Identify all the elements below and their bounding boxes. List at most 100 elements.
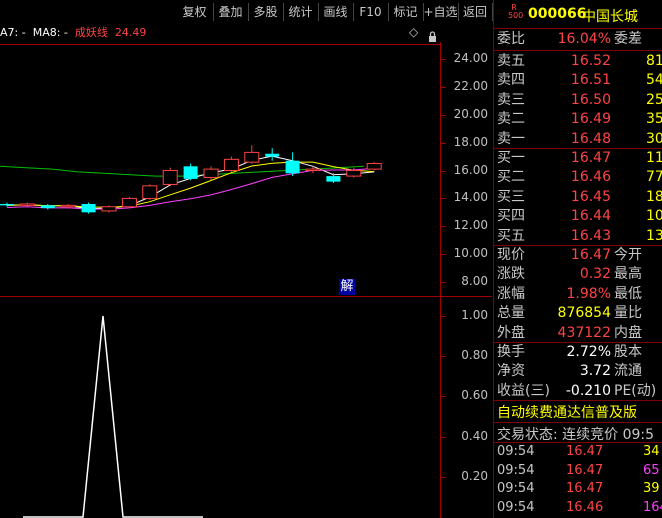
row-label: 买二 [497, 169, 525, 186]
row-volume: 119 [646, 150, 662, 166]
row-label: 卖一 [497, 130, 525, 147]
row-volume: 189 [646, 188, 662, 205]
row-value: 16.49 [570, 111, 611, 128]
row-value: 0.32 [579, 266, 611, 283]
candle-body [81, 203, 96, 213]
quote-row[interactable]: 换手 2.72% 股本 [494, 343, 662, 362]
price-tick-label: 8.00 [461, 274, 488, 289]
row-value: 16.44 [570, 208, 611, 225]
quote-row[interactable]: 买五 16.43 137 [494, 227, 662, 246]
row-value: 3.72 [579, 363, 611, 380]
row-volume: 30 [646, 130, 662, 147]
quote-row[interactable]: 买二 16.46 77 [494, 168, 662, 187]
candle-body [366, 163, 382, 170]
row-label: 收益(三) [497, 382, 550, 399]
indicator-tick-label: 0.60 [461, 388, 488, 403]
row-volume: 54 [646, 72, 662, 89]
quote-panel: R 500 000066 中国长城 委比 16.04% 委差 卖五 16.52 81… [493, 0, 662, 518]
row-value: 16.47 [570, 150, 611, 166]
row-value: -0.210 [565, 382, 611, 399]
row-volume: 108 [646, 208, 662, 225]
candle-body [19, 203, 35, 206]
row-volume: 81 [646, 53, 662, 69]
row-label: 卖三 [497, 91, 525, 108]
tick-price: 16.47 [566, 462, 604, 478]
row-value: 16.45 [570, 188, 611, 205]
weibi-label: 委比 [497, 31, 525, 47]
quote-row[interactable]: 外盘 437122 内盘 [494, 324, 662, 343]
row-value: 16.47 [570, 247, 611, 263]
quote-row[interactable]: 卖五 16.52 81 [494, 52, 662, 71]
row-label: 卖四 [497, 72, 525, 89]
quote-row[interactable]: 卖一 16.48 30 [494, 130, 662, 149]
price-tick-label: 24.00 [453, 50, 488, 65]
candle-body [183, 166, 198, 179]
quote-row[interactable]: 净资 3.72 流通 [494, 362, 662, 381]
candle-body [0, 203, 14, 206]
quote-row[interactable]: 收益(三) -0.210 PE(动) [494, 382, 662, 401]
quote-row[interactable]: 总量 876854 量比 [494, 304, 662, 323]
tick-time: 09:54 [497, 481, 535, 497]
tick-time: 09:54 [497, 499, 535, 515]
candle-body [60, 204, 76, 208]
tick-row: 09:54 16.46 164 [494, 499, 662, 517]
quote-row[interactable]: 卖三 16.50 257 [494, 91, 662, 110]
quote-row[interactable]: 买三 16.45 189 [494, 188, 662, 207]
tick-volume: 164 [643, 499, 662, 515]
weicha-label: 委差 [614, 31, 642, 47]
row-label-secondary: 流通 [614, 363, 642, 380]
price-tick-label: 22.00 [453, 78, 488, 93]
tick-volume: 39 [643, 481, 660, 497]
row-volume: 77 [646, 169, 662, 186]
stock-name: 中国长城 [582, 9, 638, 25]
row-label-secondary: 最低 [614, 285, 642, 302]
candle-body [203, 168, 219, 178]
promo-banner[interactable]: 自动续费通达信普及版 [497, 402, 637, 422]
tick-time: 09:54 [497, 462, 535, 478]
quote-row[interactable]: 卖二 16.49 35 [494, 110, 662, 129]
price-tick-label: 20.00 [453, 106, 488, 121]
indicator-tick-label: 0.40 [461, 428, 488, 443]
candle-body [346, 170, 362, 177]
trade-status: 交易状态: 连续竞价 09:5 [497, 427, 655, 443]
candle-body [101, 206, 117, 212]
row-label: 外盘 [497, 324, 525, 341]
quote-row[interactable]: 涨跌 0.32 最高 [494, 265, 662, 284]
row-volume: 137 [646, 227, 662, 244]
row-label: 涨跌 [497, 266, 525, 283]
row-label: 卖二 [497, 111, 525, 128]
weibi-row: 委比 16.04% 委差 [494, 30, 662, 49]
tick-price: 16.47 [566, 481, 604, 497]
row-label-secondary: PE(动) [614, 382, 657, 399]
candle-body [285, 160, 300, 174]
row-label: 总量 [497, 305, 525, 322]
weibi-value: 16.04% [557, 31, 611, 47]
row-label: 换手 [497, 344, 525, 360]
row-label: 买四 [497, 208, 525, 225]
quote-row[interactable]: 现价 16.47 今开 [494, 246, 662, 265]
row-label: 现价 [497, 247, 525, 263]
row-label-secondary: 今开 [614, 247, 642, 263]
candle-body [265, 153, 280, 157]
row-label-secondary: 股本 [614, 344, 642, 360]
quote-row[interactable]: 买四 16.44 108 [494, 207, 662, 226]
row-label: 涨幅 [497, 285, 525, 302]
quote-row[interactable]: 卖四 16.51 54 [494, 71, 662, 90]
row-value: 16.46 [570, 169, 611, 186]
row-value: 16.43 [570, 227, 611, 244]
row-label-secondary: 最高 [614, 266, 642, 283]
quote-row[interactable]: 涨幅 1.98% 最低 [494, 285, 662, 304]
kline-chart[interactable] [0, 0, 493, 518]
quote-row[interactable]: 买一 16.47 119 [494, 149, 662, 168]
candle-body [326, 176, 341, 182]
tick-row: 09:54 16.47 65 [494, 462, 662, 480]
jie-badge[interactable]: 解 [339, 279, 355, 295]
row-value: 16.48 [570, 130, 611, 147]
price-tick-label: 14.00 [453, 190, 488, 205]
r-badge: R 500 [508, 4, 523, 20]
candle-body [142, 185, 158, 199]
indicator-line [23, 315, 203, 518]
candle-body [305, 168, 321, 172]
candle-body [121, 197, 137, 208]
row-value: 876854 [557, 305, 611, 322]
